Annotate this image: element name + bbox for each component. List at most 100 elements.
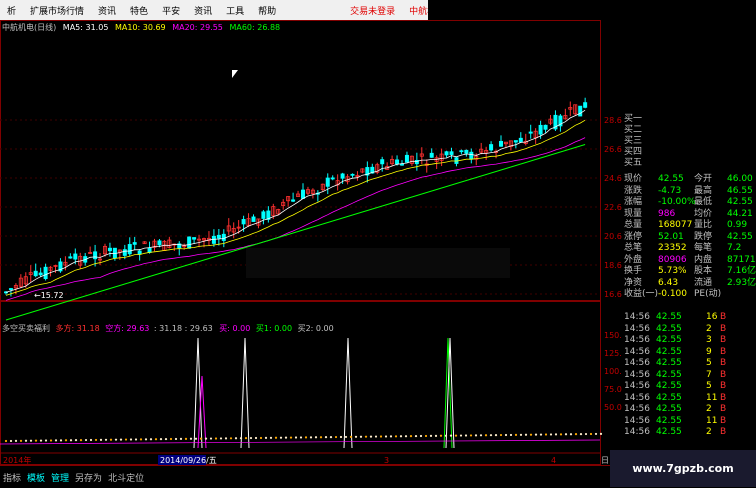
tick-price: 42.55	[656, 427, 682, 437]
stat-label: 外盘	[624, 254, 643, 265]
chart-area[interactable]: 中航机电(日线) MA5: 31.05 MA10: 30.69 MA20: 29…	[0, 20, 622, 465]
bottom-locate[interactable]: 北斗定位	[105, 471, 147, 484]
quote-panel: 买一 买二 买三 买四 买五 现价 42.55 今开 46.00 涨跌 -4.73 最高 46…	[622, 112, 756, 442]
tick-volume: 2	[706, 427, 712, 437]
indicator-dot	[184, 437, 188, 440]
stat-value2: 7.16亿	[727, 266, 756, 276]
tick-time: 14:56	[624, 392, 650, 403]
indicator-dot	[554, 433, 558, 436]
menu-item-ext-market[interactable]: 扩展市场行情	[23, 4, 91, 17]
indicator-dot	[139, 438, 143, 441]
stat-value2: 46.55	[727, 185, 753, 196]
indicator-dot	[74, 439, 78, 442]
indicator-dot	[489, 434, 493, 437]
indicator-dot	[464, 434, 468, 437]
day-tab: 日	[601, 456, 609, 465]
indicator-mai2: 买2: 0.00	[297, 324, 334, 333]
stat-row: 总笔 23352 每笔 7.2	[624, 243, 754, 254]
tick-side: B	[720, 427, 727, 437]
bottom-indicator[interactable]: 指标	[0, 471, 24, 484]
stat-value: 23352	[658, 243, 687, 253]
indicator-dot	[584, 432, 588, 436]
candle-body	[498, 140, 503, 147]
menu-item-special[interactable]: 特色	[123, 4, 155, 17]
menu-item-tools[interactable]: 工具	[219, 4, 251, 17]
tick-price: 42.55	[656, 415, 682, 426]
indicator-dot	[424, 434, 428, 438]
stat-label: 换手	[624, 266, 643, 276]
indicator-kong: 空方: 29.63	[105, 324, 150, 333]
tick-time: 14:56	[624, 335, 650, 345]
indicator-dot	[274, 436, 278, 439]
indicator-dot	[559, 433, 563, 436]
candle-body	[132, 242, 137, 245]
indicator-dot	[34, 439, 38, 442]
stat-row: 净资 6.43 流通 2.93亿	[624, 277, 756, 289]
stat-row: 涨停 52.01 跌停 42.55	[624, 232, 754, 243]
menu-item-info1[interactable]: 资讯	[91, 4, 123, 17]
candle-body	[543, 124, 548, 130]
tick-side: B	[720, 404, 727, 414]
menu-item-pingan[interactable]: 平安	[155, 4, 187, 17]
indicator-spike	[343, 337, 353, 449]
indicator-dot	[434, 434, 438, 437]
indicator-dot	[504, 433, 508, 437]
tick-side: B	[720, 346, 727, 357]
tick-time: 14:56	[624, 381, 650, 391]
indicator-dot	[509, 433, 513, 437]
indicator-dot	[209, 437, 213, 440]
bottom-saveas[interactable]: 另存为	[72, 471, 105, 484]
stat-label2: 最低	[694, 197, 713, 207]
stat-value: -4.73	[658, 185, 682, 196]
indicator-dot	[414, 434, 418, 438]
bottom-manage[interactable]: 管理	[48, 471, 72, 484]
indicator-dot	[59, 439, 63, 442]
indicator-dot	[239, 437, 243, 440]
stat-label2: 流通	[694, 277, 713, 288]
tick-row: 14:56 42.55 9 B	[624, 347, 754, 358]
indicator-dot	[594, 432, 598, 436]
candle-body	[137, 250, 142, 255]
candle-body	[192, 237, 197, 240]
indicator-dot	[294, 436, 298, 439]
indicator-dot	[524, 433, 528, 436]
indicator-dot	[409, 435, 413, 438]
indicator-dot	[459, 434, 463, 437]
indicator-dot	[304, 436, 308, 439]
indicator-dot	[4, 439, 8, 443]
price-tick-label: 28.65	[604, 116, 622, 125]
menu-item-help[interactable]: 帮助	[251, 4, 283, 17]
time-label-year: 2014年	[3, 455, 31, 465]
indicator-dot	[344, 435, 348, 439]
indicator-tick-label: 75.00	[604, 385, 622, 394]
stat-value: 80906	[658, 254, 687, 265]
indicator-dot	[114, 438, 118, 441]
stat-row: 外盘 80906 内盘 87171	[624, 254, 756, 266]
indicator-dot	[439, 434, 443, 437]
tick-price: 42.55	[656, 335, 682, 345]
tick-row: 14:56 42.55 2 B	[624, 427, 754, 438]
stat-label2: 跌停	[694, 231, 713, 242]
stat-value2: 42.55	[727, 231, 753, 242]
indicator-dot	[444, 434, 448, 437]
bottom-template[interactable]: 模板	[24, 471, 48, 484]
indicator-dot	[179, 437, 183, 440]
candle-body	[261, 211, 266, 219]
indicator-dot	[599, 432, 603, 435]
stat-value: -10.00%	[658, 197, 696, 207]
indicator-dot	[544, 433, 548, 436]
indicator-dot	[279, 436, 283, 439]
tick-row: 14:56 42.55 5 B	[624, 358, 754, 369]
indicator-dot	[164, 437, 168, 441]
menu-item-info2[interactable]: 资讯	[187, 4, 219, 17]
stat-label2: 均价	[694, 208, 713, 219]
tick-volume: 11	[706, 415, 718, 426]
time-label-m4: 4	[551, 456, 556, 465]
login-status[interactable]: 交易未登录	[343, 4, 402, 17]
indicator-tick-label: 125.00	[604, 349, 622, 358]
indicator-dot	[104, 438, 108, 441]
candle-body	[187, 236, 192, 249]
stat-label: 现价	[624, 174, 643, 184]
menu-item-analysis[interactable]: 析	[0, 4, 23, 17]
indicator-dot	[79, 439, 83, 442]
